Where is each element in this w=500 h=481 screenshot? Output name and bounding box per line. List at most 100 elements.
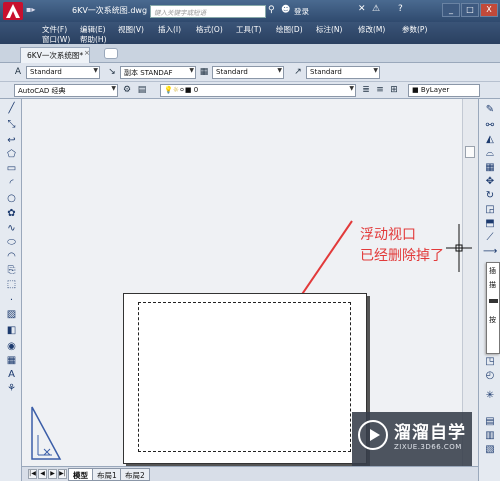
construction-line-icon[interactable]: ⤡ xyxy=(5,119,18,131)
menu-tools[interactable]: 工具(T) xyxy=(236,24,261,35)
fillet-icon[interactable]: ◳ xyxy=(483,355,497,368)
watermark-brand: 溜溜自学 xyxy=(394,423,466,443)
next-tab-icon[interactable]: ▶ xyxy=(48,469,57,479)
workspace-settings-icon[interactable]: ⚙ xyxy=(121,84,133,96)
trim-icon[interactable]: ⟋ xyxy=(483,231,497,244)
add-selected-icon[interactable]: ⚘ xyxy=(5,383,18,395)
region-icon[interactable]: ◉ xyxy=(5,341,18,353)
flyout-item[interactable]: 描 xyxy=(489,280,496,290)
prev-tab-icon[interactable]: ◀ xyxy=(38,469,47,479)
layer-state-icon[interactable]: ⊞ xyxy=(388,84,400,96)
login-button[interactable]: 登录 xyxy=(294,6,309,17)
table-icon[interactable]: ▦ xyxy=(5,355,18,367)
scale-icon[interactable]: ◲ xyxy=(483,203,497,216)
search-input[interactable]: 键入关键字或短语 xyxy=(150,5,266,18)
multileader-style-icon[interactable]: ↗ xyxy=(292,66,304,78)
match-properties-icon[interactable]: ▥ xyxy=(483,429,497,442)
dim-style-icon[interactable]: ↘ xyxy=(106,66,118,78)
properties-icon[interactable]: ▤ xyxy=(483,415,497,428)
document-tab-bar: 6KV一次系统图* × xyxy=(0,44,500,63)
first-tab-icon[interactable]: |◀ xyxy=(28,469,37,479)
app-store-icon[interactable]: ⚠ xyxy=(372,4,380,14)
user-icon[interactable]: ☻ xyxy=(281,5,290,15)
menu-dimension[interactable]: 标注(N) xyxy=(316,24,342,35)
flyout-item[interactable]: 插 xyxy=(489,266,496,276)
watermark: 溜溜自学 ZIXUE.3D66.COM xyxy=(352,412,472,466)
maximize-button[interactable]: □ xyxy=(461,3,479,17)
ellipse-arc-icon[interactable]: ◠ xyxy=(5,251,18,263)
blend-icon[interactable]: ◴ xyxy=(483,369,497,382)
context-flyout: 插 描 按 xyxy=(486,262,500,354)
quick-access-toolbar[interactable]: ▪▸ xyxy=(26,5,35,14)
minimize-button[interactable]: _ xyxy=(442,3,460,17)
menu-bar: 文件(F) 编辑(E) 视图(V) 插入(I) 格式(O) 工具(T) 绘图(D… xyxy=(0,22,500,44)
autocad-logo-icon[interactable] xyxy=(3,2,23,20)
hatch-icon[interactable]: ▨ xyxy=(5,309,18,321)
table-style-icon[interactable]: ▦ xyxy=(198,66,210,78)
tab-layout1[interactable]: 布局1 xyxy=(92,468,122,481)
copy-icon[interactable]: ⚯ xyxy=(483,119,497,132)
layer-tools-icon[interactable]: ▧ xyxy=(483,443,497,456)
color-select[interactable]: ■ ByLayer xyxy=(408,84,480,97)
layout-tab-bar: |◀ ◀ ▶ ▶| 模型 布局1 布局2 xyxy=(22,466,478,481)
scrollbar-thumb[interactable] xyxy=(465,146,475,158)
last-tab-icon[interactable]: ▶| xyxy=(58,469,67,479)
circle-icon[interactable]: ○ xyxy=(5,193,18,205)
printable-area xyxy=(138,302,351,452)
layout-paper xyxy=(123,293,367,464)
line-icon[interactable]: ╱ xyxy=(5,103,18,115)
search-icon[interactable]: ⚲ xyxy=(268,5,275,15)
erase-icon[interactable]: ✎ xyxy=(483,103,497,116)
gradient-icon[interactable]: ◧ xyxy=(5,325,18,337)
make-current-layer-icon[interactable]: ≣ xyxy=(360,84,372,96)
flyout-separator xyxy=(489,299,498,303)
extend-icon[interactable]: ⟶ xyxy=(483,245,497,258)
rectangle-icon[interactable]: ▭ xyxy=(5,163,18,175)
make-block-icon[interactable]: ⬚ xyxy=(5,279,18,291)
layer-previous-icon[interactable]: ≡ xyxy=(374,84,386,96)
array-icon[interactable]: ▦ xyxy=(483,161,497,174)
window-controls: _ □ X xyxy=(442,3,498,17)
text-style-select[interactable]: Standard ▼ xyxy=(26,66,100,79)
tab-model[interactable]: 模型 xyxy=(68,468,93,481)
table-style-select[interactable]: Standard ▼ xyxy=(212,66,284,79)
menu-draw[interactable]: 绘图(D) xyxy=(276,24,303,35)
draw-toolbar: ╱ ⤡ ↩ ⬠ ▭ ◜ ○ ✿ ∿ ⬭ ◠ ⎘ ⬚ · ▨ ◧ ◉ ▦ A ⚘ xyxy=(0,99,22,481)
insert-block-icon[interactable]: ⎘ xyxy=(5,265,18,277)
arc-icon[interactable]: ◜ xyxy=(5,178,18,190)
exchange-icon[interactable]: ✕ xyxy=(358,4,366,14)
layer-select[interactable]: 💡☼⚪■ 0 ▼ xyxy=(160,84,356,97)
vertical-scrollbar[interactable] xyxy=(462,99,478,466)
explode-icon[interactable]: ✳ xyxy=(483,389,497,402)
move-icon[interactable]: ✥ xyxy=(483,175,497,188)
workspace-select[interactable]: AutoCAD 经典 ▼ xyxy=(14,84,118,97)
document-tab[interactable]: 6KV一次系统图* xyxy=(20,47,91,63)
polyline-icon[interactable]: ↩ xyxy=(5,135,18,147)
offset-icon[interactable]: ⌓ xyxy=(483,147,497,160)
new-tab-button[interactable] xyxy=(104,48,118,59)
help-icon[interactable]: ? xyxy=(398,4,403,14)
spline-icon[interactable]: ∿ xyxy=(5,223,18,235)
flyout-item[interactable]: 按 xyxy=(489,315,496,325)
multileader-style-select[interactable]: Standard ▼ xyxy=(306,66,380,79)
close-tab-icon[interactable]: × xyxy=(84,49,90,57)
menu-insert[interactable]: 插入(I) xyxy=(158,24,181,35)
multiline-text-icon[interactable]: A xyxy=(5,369,18,381)
menu-modify[interactable]: 修改(M) xyxy=(358,24,385,35)
layer-properties-icon[interactable]: ▤ xyxy=(136,84,148,96)
revision-cloud-icon[interactable]: ✿ xyxy=(5,208,18,220)
menu-parametric[interactable]: 参数(P) xyxy=(402,24,427,35)
tab-layout2[interactable]: 布局2 xyxy=(120,468,150,481)
text-style-icon[interactable]: A xyxy=(12,66,24,78)
ellipse-icon[interactable]: ⬭ xyxy=(5,237,18,249)
mirror-icon[interactable]: ◭ xyxy=(483,133,497,146)
dim-style-select[interactable]: 副本 STANDAF ▼ xyxy=(120,66,196,79)
close-button[interactable]: X xyxy=(480,3,498,17)
polygon-icon[interactable]: ⬠ xyxy=(5,149,18,161)
rotate-icon[interactable]: ↻ xyxy=(483,189,497,202)
menu-format[interactable]: 格式(O) xyxy=(196,24,223,35)
stretch-icon[interactable]: ⬒ xyxy=(483,217,497,230)
menu-view[interactable]: 视图(V) xyxy=(118,24,144,35)
point-icon[interactable]: · xyxy=(5,295,18,307)
ucs-icon xyxy=(31,406,62,460)
